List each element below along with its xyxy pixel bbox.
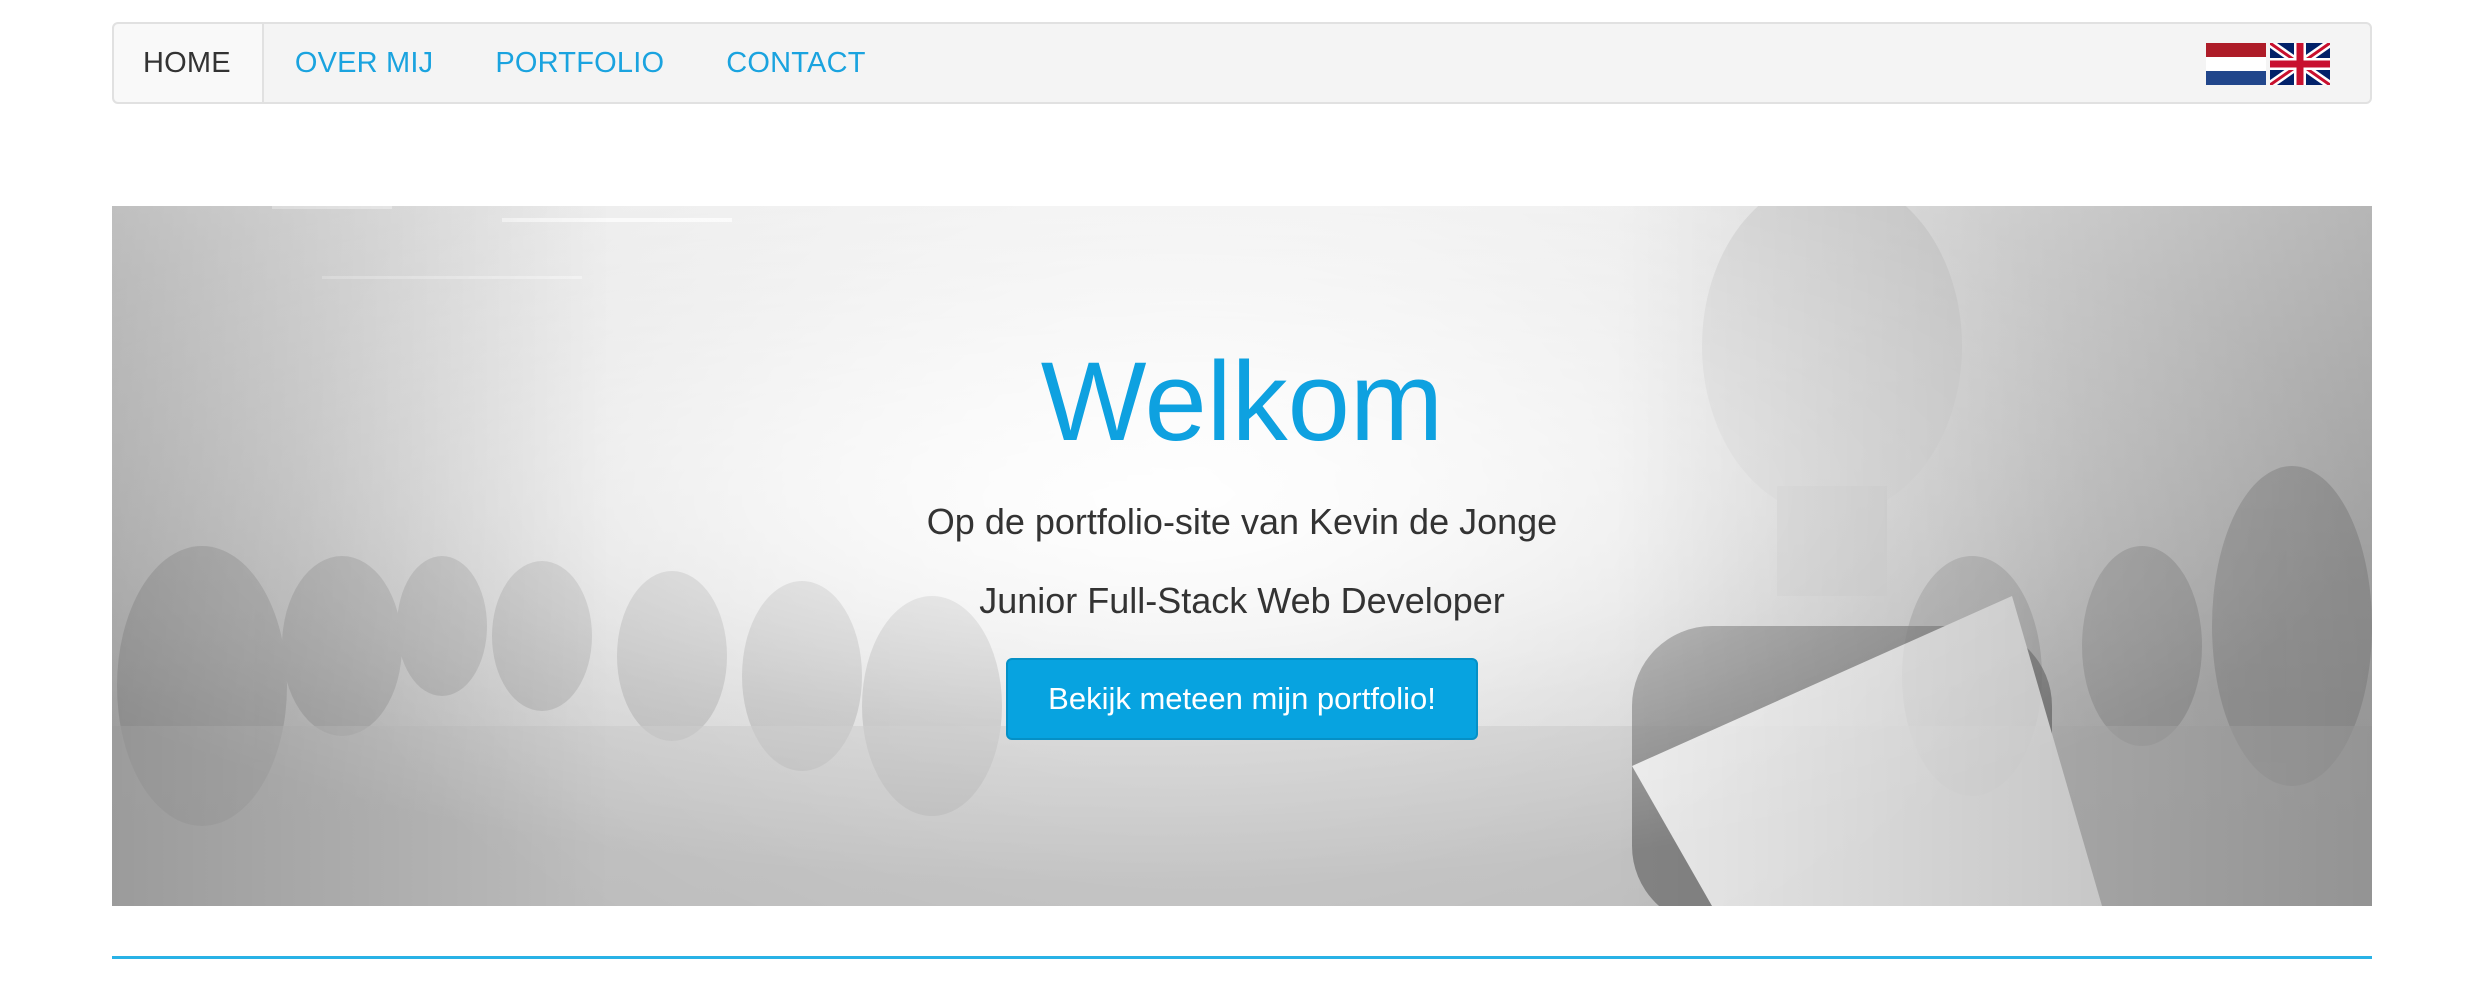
uk-flag-icon[interactable] [2270,43,2330,85]
nav-item-over-mij[interactable]: OVER MIJ [264,24,465,102]
hero-role: Junior Full-Stack Web Developer [979,580,1505,621]
hero-content: Welkom Op de portfolio-site van Kevin de… [112,206,2372,906]
navbar: HOME OVER MIJ PORTFOLIO CONTACT [112,22,2372,104]
nav-item-contact[interactable]: CONTACT [695,24,896,102]
dutch-flag-icon[interactable] [2206,43,2266,85]
hero-banner: Welkom Op de portfolio-site van Kevin de… [112,206,2372,906]
section-divider [112,956,2372,959]
nav-item-home[interactable]: HOME [114,24,264,102]
hero-title: Welkom [1040,339,1444,464]
view-portfolio-button[interactable]: Bekijk meteen mijn portfolio! [1006,658,1478,740]
nav-menu: HOME OVER MIJ PORTFOLIO CONTACT [114,24,897,102]
language-switcher [2206,43,2330,85]
hero-subtitle: Op de portfolio-site van Kevin de Jonge [926,501,1558,542]
nav-item-portfolio[interactable]: PORTFOLIO [464,24,695,102]
